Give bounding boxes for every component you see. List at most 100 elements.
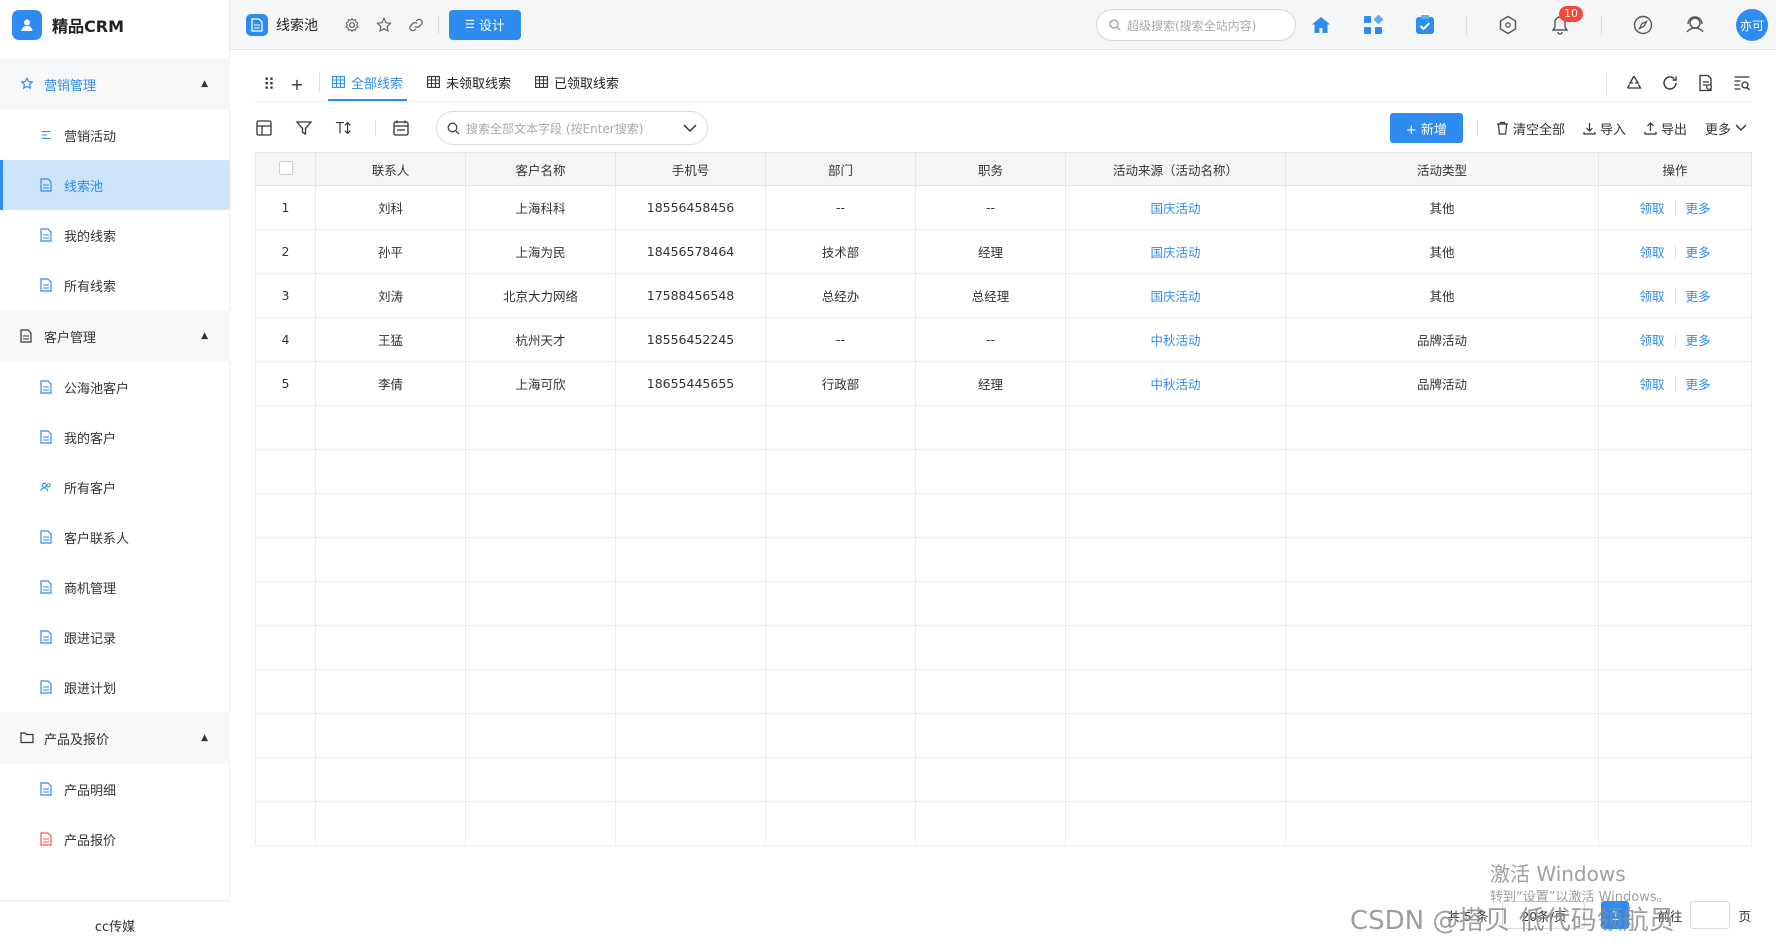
column-header[interactable]: 手机号 (615, 152, 766, 186)
fields-icon[interactable] (255, 119, 273, 137)
sidebar-item-all-customers[interactable]: 所有客户 (0, 462, 230, 512)
settings-icon[interactable] (344, 17, 360, 33)
user-avatar[interactable]: 亦可 (1736, 9, 1768, 41)
row-actions: 领取 更多 (1599, 330, 1751, 349)
more-link[interactable]: 更多 (1676, 198, 1721, 217)
document-red-icon (40, 832, 52, 846)
sidebar-footer[interactable]: cc传媒 (0, 900, 230, 950)
sidebar-item-follow-records[interactable]: 跟进记录 (0, 612, 230, 662)
cell-dept: -- (765, 185, 916, 230)
menu-group-marketing[interactable]: 营销管理 ▲ (0, 58, 230, 110)
crm-app: 精品CRM 营销管理 ▲ 营销活动 线索池 我的线索 所有线索 客户管理 ▲ 公… (0, 0, 1776, 950)
goto-page-input[interactable] (1690, 901, 1731, 929)
add-tab-icon[interactable]: + (283, 67, 311, 101)
cell-source-link[interactable]: 中秋活动 (1150, 377, 1200, 392)
divider (1606, 72, 1607, 94)
apps-icon[interactable] (1362, 14, 1384, 36)
claim-link[interactable]: 领取 (1629, 242, 1674, 261)
trash-icon (1496, 121, 1508, 135)
sidebar-item-lead-pool[interactable]: 线索池 (0, 160, 230, 210)
document-icon (20, 329, 34, 343)
import-button[interactable]: 导入 (1583, 119, 1626, 138)
column-header[interactable]: 职务 (915, 152, 1066, 186)
divider (319, 73, 320, 93)
divider (1476, 120, 1478, 136)
design-button[interactable]: ☰ 设计 (449, 9, 521, 40)
home-icon[interactable] (1310, 14, 1332, 36)
table-row[interactable]: 4 王猛 杭州天才 18556452245 -- -- 中秋活动 品牌活动 领取… (255, 317, 1752, 362)
tab-claimed-leads[interactable]: 已领取线索 (531, 65, 623, 101)
hexagon-icon[interactable] (1497, 14, 1519, 36)
add-button[interactable]: + 新增 (1389, 113, 1463, 143)
star-icon[interactable] (376, 16, 392, 33)
list-search-icon[interactable] (1733, 74, 1751, 92)
recycle-icon[interactable] (1625, 74, 1643, 92)
select-all-checkbox[interactable] (278, 160, 293, 175)
column-header[interactable]: 活动来源（活动名称） (1065, 152, 1286, 186)
document-icon (40, 430, 52, 444)
bell-icon[interactable]: 10 (1549, 6, 1583, 36)
sidebar-item-marketing-activity[interactable]: 营销活动 (0, 110, 230, 160)
compass-icon[interactable] (1632, 14, 1654, 36)
sidebar-item-my-customers[interactable]: 我的客户 (0, 412, 230, 462)
page-title: 线索池 (276, 17, 318, 34)
sort-icon[interactable] (335, 119, 353, 137)
sidebar-item-product-quotes[interactable]: 产品报价 (0, 814, 230, 864)
claim-link[interactable]: 领取 (1629, 330, 1674, 349)
claim-link[interactable]: 领取 (1629, 374, 1674, 393)
table-row[interactable]: 2 孙平 上海为民 18456578464 技术部 经理 国庆活动 其他 领取更… (255, 229, 1752, 274)
cell-source-link[interactable]: 国庆活动 (1150, 289, 1200, 304)
column-header[interactable]: 活动类型 (1285, 152, 1599, 186)
clear-all-button[interactable]: 清空全部 (1496, 119, 1565, 138)
drag-handle-icon[interactable]: ⠿ (255, 67, 283, 101)
claim-link[interactable]: 领取 (1629, 286, 1674, 305)
tab-all-leads[interactable]: 全部线索 (328, 65, 408, 101)
empty-row (255, 801, 1752, 846)
column-header[interactable]: 部门 (765, 152, 916, 186)
refresh-icon[interactable] (1661, 74, 1679, 92)
global-search-input[interactable]: 超级搜索(搜索全站内容) (1096, 9, 1296, 41)
cell-dept: 行政部 (765, 361, 916, 406)
table-row[interactable]: 3 刘涛 北京大力网络 17588456548 总经办 总经理 国庆活动 其他 … (255, 273, 1752, 318)
menu-group-customers[interactable]: 客户管理 ▲ (0, 310, 230, 362)
menu-group-products[interactable]: 产品及报价 ▲ (0, 712, 230, 764)
row-actions: 领取 更多 (1599, 374, 1751, 393)
sidebar-item-customer-contacts[interactable]: 客户联系人 (0, 512, 230, 562)
more-link[interactable]: 更多 (1676, 286, 1721, 305)
calendar-icon[interactable] (392, 119, 410, 137)
task-icon[interactable] (1414, 14, 1436, 36)
link-icon[interactable] (408, 17, 424, 33)
sidebar-item-follow-plans[interactable]: 跟进计划 (0, 662, 230, 712)
select-all-header[interactable] (255, 152, 316, 186)
claim-link[interactable]: 领取 (1629, 198, 1674, 217)
more-link[interactable]: 更多 (1676, 330, 1721, 349)
chevron-down-icon[interactable] (683, 123, 697, 133)
cell-source-link[interactable]: 国庆活动 (1150, 201, 1200, 216)
report-icon[interactable] (1697, 74, 1715, 92)
more-button[interactable]: 更多 (1705, 119, 1751, 138)
app-logo[interactable]: 精品CRM (0, 0, 229, 50)
export-button[interactable]: 导出 (1644, 119, 1687, 138)
filter-icon[interactable] (295, 119, 313, 137)
cell-source-link[interactable]: 国庆活动 (1150, 245, 1200, 260)
more-link[interactable]: 更多 (1676, 374, 1721, 393)
grid-search-input[interactable]: 搜索全部文本字段 (按Enter搜索) (436, 111, 708, 145)
clear-all-label: 清空全部 (1512, 122, 1565, 138)
tab-unclaimed-leads[interactable]: 未领取线索 (423, 65, 515, 101)
more-link[interactable]: 更多 (1676, 242, 1721, 261)
sidebar-item-all-leads[interactable]: 所有线索 (0, 260, 230, 310)
sidebar-item-product-details[interactable]: 产品明细 (0, 764, 230, 814)
column-header[interactable]: 联系人 (315, 152, 466, 186)
table-row[interactable]: 1 刘科 上海科科 18556458456 -- -- 国庆活动 其他 领取 更多 (255, 185, 1752, 230)
row-actions: 领取 更多 (1599, 198, 1751, 217)
sidebar-item-opportunities[interactable]: 商机管理 (0, 562, 230, 612)
row-actions: 领取 更多 (1599, 286, 1751, 305)
table-row[interactable]: 5 李倩 上海可欣 18655445655 行政部 经理 中秋活动 品牌活动 领… (255, 361, 1752, 406)
grid-search-placeholder: 搜索全部文本字段 (按Enter搜索) (466, 121, 644, 136)
cell-source-link[interactable]: 中秋活动 (1150, 333, 1200, 348)
sidebar-item-my-leads[interactable]: 我的线索 (0, 210, 230, 260)
column-header[interactable]: 客户名称 (465, 152, 616, 186)
sidebar-item-public-customers[interactable]: 公海池客户 (0, 362, 230, 412)
support-icon[interactable] (1684, 14, 1706, 36)
cell-phone: 18655445655 (615, 361, 766, 406)
